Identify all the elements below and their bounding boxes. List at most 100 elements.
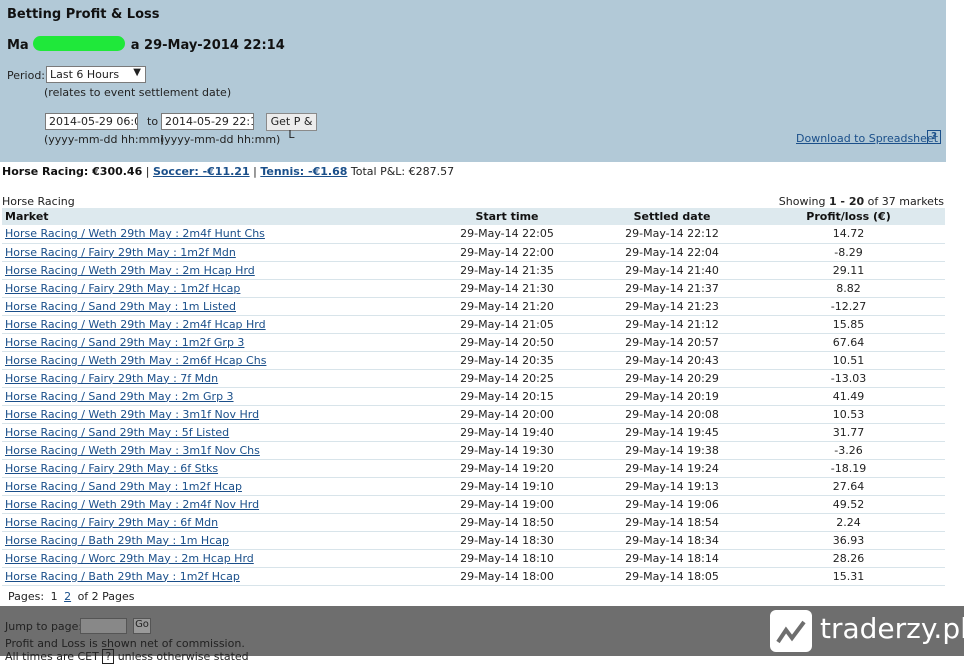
settled-date-cell: 29-May-14 19:38: [592, 441, 752, 460]
market-cell: Horse Racing / Weth 29th May : 3m1f Nov …: [2, 441, 422, 460]
sport-heading: Horse Racing: [2, 195, 75, 208]
start-time-cell: 29-May-14 18:10: [422, 549, 592, 568]
period-label: Period:: [7, 69, 46, 82]
to-date-input[interactable]: 2014-05-29 22:13: [161, 113, 254, 130]
market-link[interactable]: Horse Racing / Sand 29th May : 1m Listed: [5, 300, 236, 313]
settled-date-cell: 29-May-14 21:40: [592, 261, 752, 280]
market-link[interactable]: Horse Racing / Weth 29th May : 3m1f Nov …: [5, 444, 260, 457]
go-button[interactable]: Go: [133, 618, 151, 634]
download-spreadsheet-link[interactable]: Download to Spreadsheet: [796, 132, 938, 145]
profit-loss-cell: 67.64: [752, 333, 945, 352]
start-time-cell: 29-May-14 18:00: [422, 567, 592, 586]
settled-date-cell: 29-May-14 19:06: [592, 495, 752, 514]
settled-date-cell: 29-May-14 20:29: [592, 369, 752, 388]
table-row: Horse Racing / Worc 29th May : 2m Hcap H…: [2, 549, 945, 568]
market-cell: Horse Racing / Sand 29th May : 1m2f Hcap: [2, 477, 422, 496]
settled-date-cell: 29-May-14 20:19: [592, 387, 752, 406]
profit-loss-cell: 2.24: [752, 513, 945, 532]
settled-date-cell: 29-May-14 19:13: [592, 477, 752, 496]
market-link[interactable]: Horse Racing / Worc 29th May : 2m Hcap H…: [5, 552, 254, 565]
jump-to-page-input[interactable]: [80, 618, 127, 634]
market-link[interactable]: Horse Racing / Fairy 29th May : 1m2f Mdn: [5, 246, 236, 259]
traderzy-logo-icon: [770, 610, 812, 652]
get-pl-button[interactable]: Get P & L: [266, 113, 317, 141]
to-format-hint: (yyyy-mm-dd hh:mm): [160, 133, 281, 146]
market-link[interactable]: Horse Racing / Weth 29th May : 2m6f Hcap…: [5, 354, 266, 367]
start-time-cell: 29-May-14 19:20: [422, 459, 592, 478]
market-link[interactable]: Horse Racing / Fairy 29th May : 7f Mdn: [5, 372, 218, 385]
showing-range: 1 - 20: [828, 195, 865, 208]
market-cell: Horse Racing / Weth 29th May : 2m Hcap H…: [2, 261, 422, 280]
table-header-row: Market Start time Settled date Profit/lo…: [2, 208, 945, 225]
profit-loss-cell: 15.31: [752, 567, 945, 586]
period-select[interactable]: Last 6 Hours ▼: [46, 66, 146, 83]
page-title: Betting Profit & Loss: [7, 7, 160, 22]
profit-loss-cell: 29.11: [752, 261, 945, 280]
from-date-input[interactable]: 2014-05-29 06:00: [45, 113, 138, 130]
soccer-total-link[interactable]: Soccer: -€11.21: [153, 165, 250, 178]
column-header-market[interactable]: Market: [2, 208, 422, 225]
dropdown-arrow-icon: ▼: [133, 67, 141, 78]
start-time-cell: 29-May-14 22:00: [422, 243, 592, 262]
market-cell: Horse Racing / Sand 29th May : 2m Grp 3: [2, 387, 422, 406]
column-header-settled-date[interactable]: Settled date: [592, 208, 752, 225]
start-time-cell: 29-May-14 21:05: [422, 315, 592, 334]
market-cell: Horse Racing / Bath 29th May : 1m Hcap: [2, 531, 422, 550]
showing-suffix: of 37 markets: [864, 195, 944, 208]
table-row: Horse Racing / Sand 29th May : 1m2f Hcap…: [2, 477, 945, 496]
market-cell: Horse Racing / Fairy 29th May : 7f Mdn: [2, 369, 422, 388]
market-link[interactable]: Horse Racing / Weth 29th May : 2m4f Nov …: [5, 498, 259, 511]
market-link[interactable]: Horse Racing / Fairy 29th May : 6f Stks: [5, 462, 218, 475]
market-link[interactable]: Horse Racing / Bath 29th May : 1m2f Hcap: [5, 570, 240, 583]
settled-date-cell: 29-May-14 18:54: [592, 513, 752, 532]
market-cell: Horse Racing / Sand 29th May : 1m Listed: [2, 297, 422, 316]
page-2-link[interactable]: 2: [64, 590, 71, 603]
market-cell: Horse Racing / Bath 29th May : 1m2f Hcap: [2, 567, 422, 586]
table-row: Horse Racing / Bath 29th May : 1m Hcap 29…: [2, 531, 945, 550]
timezone-help-icon[interactable]: ?: [102, 649, 115, 664]
table-row: Horse Racing / Weth 29th May : 2m4f Nov …: [2, 495, 945, 514]
market-link[interactable]: Horse Racing / Weth 29th May : 2m Hcap H…: [5, 264, 255, 277]
profit-loss-cell: -18.19: [752, 459, 945, 478]
table-row: Horse Racing / Sand 29th May : 1m2f Grp …: [2, 333, 945, 352]
profit-loss-cell: 36.93: [752, 531, 945, 550]
settled-date-cell: 29-May-14 18:34: [592, 531, 752, 550]
table-row: Horse Racing / Fairy 29th May : 7f Mdn 29…: [2, 369, 945, 388]
market-link[interactable]: Horse Racing / Fairy 29th May : 1m2f Hca…: [5, 282, 240, 295]
pages-label: Pages:: [8, 590, 45, 603]
column-header-start-time[interactable]: Start time: [422, 208, 592, 225]
start-time-cell: 29-May-14 18:30: [422, 531, 592, 550]
relates-note: (relates to event settlement date): [44, 86, 232, 99]
market-link[interactable]: Horse Racing / Sand 29th May : 1m2f Grp …: [5, 336, 244, 349]
tennis-total-link[interactable]: Tennis: -€1.68: [260, 165, 347, 178]
start-time-cell: 29-May-14 21:35: [422, 261, 592, 280]
profit-loss-cell: 10.51: [752, 351, 945, 370]
profit-loss-cell: -13.03: [752, 369, 945, 388]
current-page: 1: [50, 590, 58, 603]
market-link[interactable]: Horse Racing / Weth 29th May : 3m1f Nov …: [5, 408, 259, 421]
settled-date-cell: 29-May-14 20:57: [592, 333, 752, 352]
total-pl-label: Total P&L:: [350, 165, 406, 178]
timezone-label: All times are CET: [5, 650, 99, 663]
profit-loss-cell: -12.27: [752, 297, 945, 316]
market-link[interactable]: Horse Racing / Sand 29th May : 1m2f Hcap: [5, 480, 242, 493]
showing-count: Showing 1 - 20 of 37 markets: [779, 195, 944, 208]
profit-loss-cell: 27.64: [752, 477, 945, 496]
market-link[interactable]: Horse Racing / Weth 29th May : 2m4f Hunt…: [5, 227, 265, 240]
market-link[interactable]: Horse Racing / Sand 29th May : 5f Listed: [5, 426, 229, 439]
market-link[interactable]: Horse Racing / Bath 29th May : 1m Hcap: [5, 534, 229, 547]
filter-panel: Betting Profit & Loss Ma a 29-May-2014 22…: [0, 0, 946, 162]
market-link[interactable]: Horse Racing / Fairy 29th May : 6f Mdn: [5, 516, 218, 529]
settled-date-cell: 29-May-14 22:04: [592, 243, 752, 262]
profit-loss-cell: 31.77: [752, 423, 945, 442]
table-row: Horse Racing / Fairy 29th May : 6f Mdn 29…: [2, 513, 945, 532]
market-cell: Horse Racing / Weth 29th May : 2m4f Hunt…: [2, 225, 422, 244]
start-time-cell: 29-May-14 19:00: [422, 495, 592, 514]
market-link[interactable]: Horse Racing / Sand 29th May : 2m Grp 3: [5, 390, 234, 403]
market-link[interactable]: Horse Racing / Weth 29th May : 2m4f Hcap…: [5, 318, 266, 331]
market-cell: Horse Racing / Weth 29th May : 3m1f Nov …: [2, 405, 422, 424]
column-header-profit-loss[interactable]: Profit/loss (€): [752, 208, 945, 225]
help-icon[interactable]: ?: [927, 130, 941, 144]
settled-date-cell: 29-May-14 18:05: [592, 567, 752, 586]
start-time-cell: 29-May-14 19:30: [422, 441, 592, 460]
